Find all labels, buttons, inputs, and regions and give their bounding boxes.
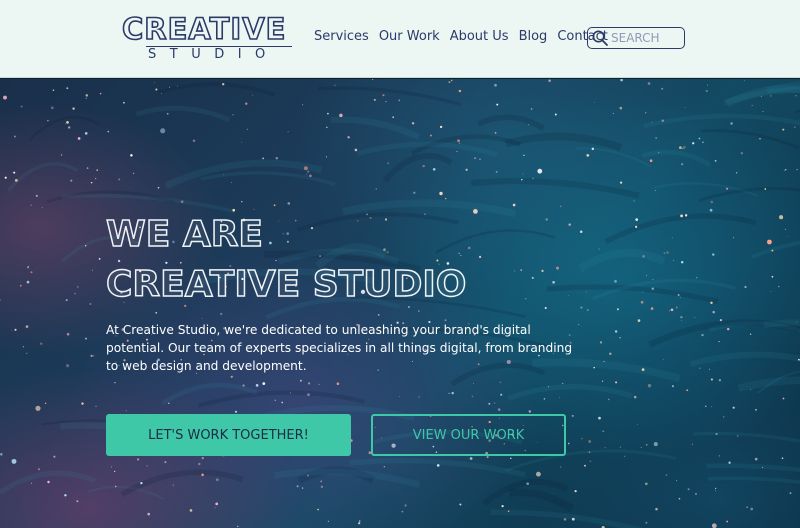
nav-item-our-work[interactable]: Our Work [379, 27, 440, 47]
hero-description: At Creative Studio, we're dedicated to u… [106, 323, 573, 373]
logo-sub-text: STUDIO [148, 47, 279, 62]
nav-item-services[interactable]: Services [314, 27, 369, 47]
hero-title-line2: CREATIVE STUDIO [105, 264, 467, 306]
nav-item-about-us[interactable]: About Us [450, 27, 509, 47]
work-together-button[interactable]: LET'S WORK TOGETHER! [106, 414, 351, 456]
search-input[interactable] [611, 29, 683, 47]
nav-item-blog[interactable]: Blog [519, 27, 548, 47]
site-logo[interactable]: CREATIVE STUDIO [121, 12, 294, 62]
hero-title-line1: WE ARE [105, 214, 264, 256]
search-box[interactable] [587, 27, 685, 49]
view-our-work-button[interactable]: VIEW OUR WORK [371, 414, 566, 456]
logo-main-text: CREATIVE [121, 12, 287, 46]
search-icon[interactable] [591, 29, 609, 47]
main-nav: Services Our Work About Us Blog Contact [314, 27, 608, 47]
site-header: CREATIVE STUDIO Services Our Work About … [0, 0, 800, 78]
hero-section: WE ARE CREATIVE STUDIO At Creative Studi… [0, 79, 800, 528]
